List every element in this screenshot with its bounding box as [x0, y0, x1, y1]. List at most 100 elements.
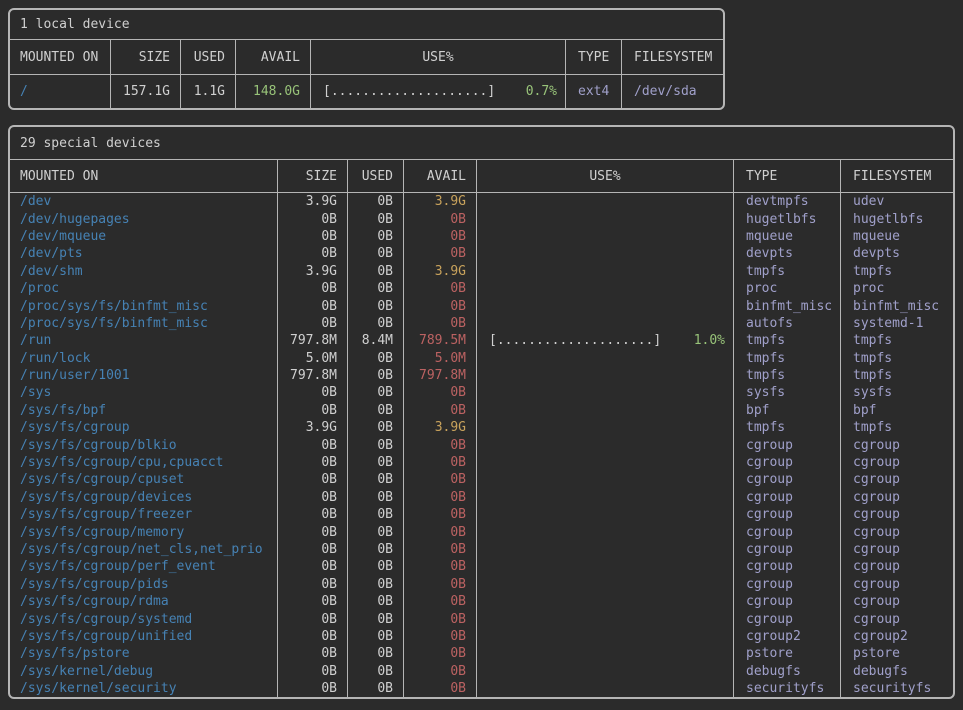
usage-cell — [477, 402, 734, 419]
usage-cell — [477, 471, 734, 488]
used-value: 0B — [348, 367, 404, 384]
avail-value: 789.5M — [404, 332, 477, 349]
usage-cell — [477, 228, 734, 245]
mount-point: /sys/fs/pstore — [10, 645, 278, 662]
avail-value: 148.0G — [236, 75, 311, 108]
size-value: 0B — [278, 541, 348, 558]
used-value: 0B — [348, 523, 404, 540]
filesystem: cgroup — [841, 436, 953, 453]
usage-bar: [....................] — [489, 333, 661, 348]
mount-point: /run/lock — [10, 350, 278, 367]
mount-point: /run — [10, 332, 278, 349]
column-header-used: USED — [348, 160, 404, 192]
size-value: 0B — [278, 402, 348, 419]
mount-point: /sys/fs/cgroup/unified — [10, 628, 278, 645]
used-value: 0B — [348, 454, 404, 471]
fs-type: bpf — [734, 402, 841, 419]
table-row: /sys/fs/bpf0B0B0Bbpfbpf — [10, 402, 953, 419]
column-header-size: SIZE — [278, 160, 348, 192]
size-value: 0B — [278, 245, 348, 262]
avail-value: 0B — [404, 245, 477, 262]
table-row: /sys/fs/cgroup/systemd0B0B0Bcgroupcgroup — [10, 610, 953, 627]
table-title: 1 local device — [20, 17, 130, 32]
avail-value: 0B — [404, 506, 477, 523]
avail-value: 0B — [404, 628, 477, 645]
usage-cell — [477, 384, 734, 401]
table-header: MOUNTED ONSIZEUSEDAVAILUSE%TYPEFILESYSTE… — [10, 160, 953, 193]
avail-value: 0B — [404, 454, 477, 471]
used-value: 0B — [348, 645, 404, 662]
avail-value: 0B — [404, 541, 477, 558]
filesystem: cgroup — [841, 454, 953, 471]
usage-percent: 1.0% — [694, 333, 725, 348]
usage-cell — [477, 210, 734, 227]
fs-type: hugetlbfs — [734, 210, 841, 227]
mount-point: /sys — [10, 384, 278, 401]
mount-point: /dev/pts — [10, 245, 278, 262]
filesystem: tmpfs — [841, 419, 953, 436]
avail-value: 3.9G — [404, 263, 477, 280]
filesystem: /dev/sda — [622, 75, 723, 108]
fs-type: cgroup — [734, 576, 841, 593]
table-row: /proc0B0B0Bprocproc — [10, 280, 953, 297]
filesystem: cgroup — [841, 506, 953, 523]
column-header-avail: AVAIL — [236, 40, 311, 74]
table-row: /sys/fs/cgroup/memory0B0B0Bcgroupcgroup — [10, 523, 953, 540]
fs-type: debugfs — [734, 663, 841, 680]
table-row: /sys/fs/cgroup/freezer0B0B0Bcgroupcgroup — [10, 506, 953, 523]
mount-point: /sys/fs/bpf — [10, 402, 278, 419]
fs-type: cgroup — [734, 558, 841, 575]
mount-point: /sys/fs/cgroup/pids — [10, 576, 278, 593]
table-row: /sys/fs/cgroup/rdma0B0B0Bcgroupcgroup — [10, 593, 953, 610]
used-value: 0B — [348, 558, 404, 575]
column-header-fs: FILESYSTEM — [622, 40, 723, 74]
fs-type: cgroup2 — [734, 628, 841, 645]
filesystem: cgroup — [841, 471, 953, 488]
table-row: /dev/hugepages0B0B0Bhugetlbfshugetlbfs — [10, 210, 953, 227]
filesystem: bpf — [841, 402, 953, 419]
mount-point: /proc/sys/fs/binfmt_misc — [10, 315, 278, 332]
filesystem: sysfs — [841, 384, 953, 401]
table-row: /sys/fs/cgroup/pids0B0B0Bcgroupcgroup — [10, 576, 953, 593]
size-value: 0B — [278, 280, 348, 297]
size-value: 0B — [278, 210, 348, 227]
table-row: /sys/fs/cgroup/cpuset0B0B0Bcgroupcgroup — [10, 471, 953, 488]
fs-type: cgroup — [734, 489, 841, 506]
used-value: 0B — [348, 663, 404, 680]
fs-type: proc — [734, 280, 841, 297]
local-devices-table: 1 local device MOUNTED ONSIZEUSEDAVAILUS… — [8, 8, 725, 110]
avail-value: 0B — [404, 489, 477, 506]
mount-point: /sys/fs/cgroup/cpuset — [10, 471, 278, 488]
column-header-used: USED — [181, 40, 236, 74]
size-value: 0B — [278, 471, 348, 488]
filesystem: debugfs — [841, 663, 953, 680]
used-value: 0B — [348, 350, 404, 367]
fs-type: binfmt_misc — [734, 297, 841, 314]
fs-type: cgroup — [734, 610, 841, 627]
size-value: 0B — [278, 297, 348, 314]
usage-cell — [477, 297, 734, 314]
fs-type: ext4 — [566, 75, 622, 108]
used-value: 0B — [348, 245, 404, 262]
used-value: 0B — [348, 210, 404, 227]
mount-point: /sys/fs/cgroup/perf_event — [10, 558, 278, 575]
table-row: /sys/fs/cgroup3.9G0B3.9Gtmpfstmpfs — [10, 419, 953, 436]
avail-value: 0B — [404, 558, 477, 575]
table-header: MOUNTED ONSIZEUSEDAVAILUSE%TYPEFILESYSTE… — [10, 40, 723, 75]
usage-cell — [477, 628, 734, 645]
filesystem: securityfs — [841, 680, 953, 697]
table-row: /run797.8M8.4M789.5M[...................… — [10, 332, 953, 349]
fs-type: pstore — [734, 645, 841, 662]
filesystem: cgroup — [841, 523, 953, 540]
filesystem: cgroup — [841, 610, 953, 627]
avail-value: 0B — [404, 297, 477, 314]
used-value: 0B — [348, 506, 404, 523]
mount-point: /sys/kernel/security — [10, 680, 278, 697]
fs-type: tmpfs — [734, 350, 841, 367]
filesystem: pstore — [841, 645, 953, 662]
usage-bar: [....................] — [323, 84, 495, 99]
used-value: 0B — [348, 680, 404, 697]
size-value: 3.9G — [278, 193, 348, 210]
fs-type: sysfs — [734, 384, 841, 401]
fs-type: devtmpfs — [734, 193, 841, 210]
